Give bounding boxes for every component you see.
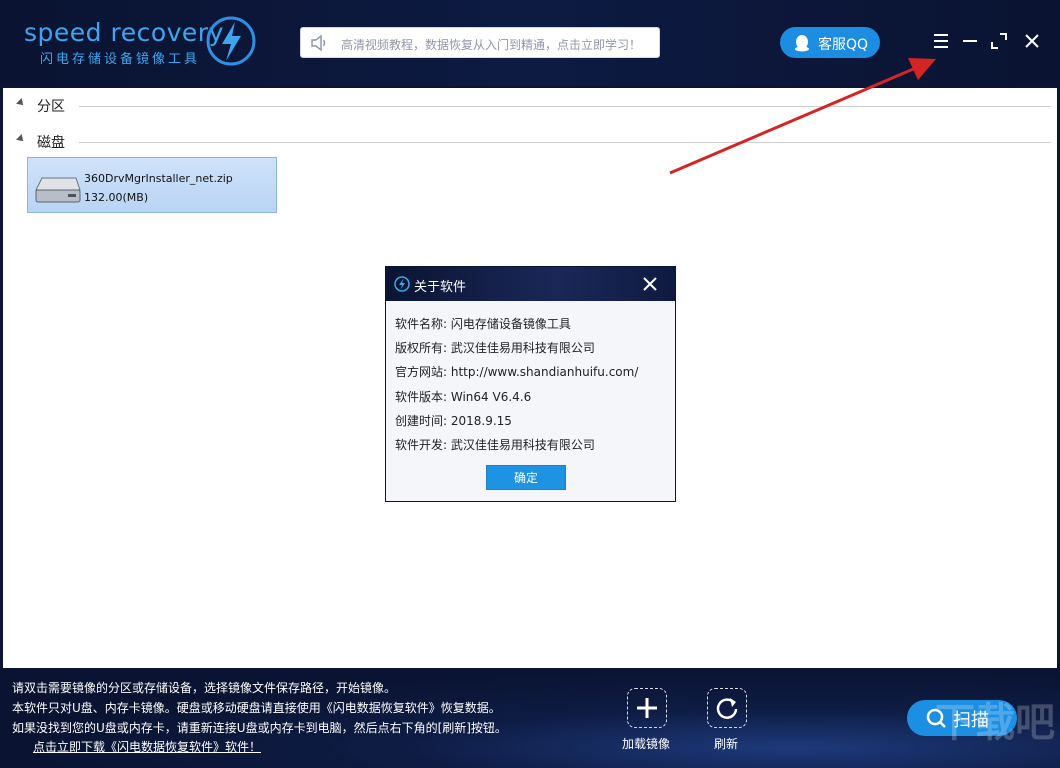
dialog-close-button[interactable] xyxy=(638,272,662,296)
about-dialog: 关于软件 软件名称: 闪电存储设备镜像工具 版权所有: 武汉佳佳易用科技有限公司… xyxy=(385,266,676,502)
load-image-button[interactable] xyxy=(627,688,667,728)
dialog-body: 软件名称: 闪电存储设备镜像工具 版权所有: 武汉佳佳易用科技有限公司 官方网站… xyxy=(386,301,675,501)
notice-text: 高清视频教程，数据恢复从入门到精通，点击立即学习！ xyxy=(341,38,642,52)
app-header: speed recovery 闪电存储设备镜像工具 高清视频教程，数据恢复从入门… xyxy=(0,0,1060,86)
load-image-label: 加载镜像 xyxy=(622,737,671,751)
hard-drive-icon xyxy=(35,177,81,203)
close-button[interactable] xyxy=(1019,28,1045,54)
refresh-label: 刷新 xyxy=(714,737,739,751)
instruction-line: 请双击需要镜像的分区或存储设备，选择镜像文件保存路径，开始镜像。 xyxy=(12,681,397,695)
info-build-date: 创建时间: 2018.9.15 xyxy=(395,414,512,428)
minimize-button[interactable] xyxy=(957,28,983,54)
app-logo: speed recovery 闪电存储设备镜像工具 xyxy=(24,14,264,70)
maximize-icon xyxy=(991,33,1007,49)
info-version: 软件版本: Win64 V6.4.6 xyxy=(395,390,532,404)
close-icon xyxy=(643,277,657,291)
menu-button[interactable] xyxy=(928,28,954,54)
instruction-line: 如果没找到您的U盘或内存卡，请重新连接U盘或内存卡到电脑，然后点右下角的[刷新]… xyxy=(12,721,507,735)
lightning-icon xyxy=(206,16,256,66)
section-label: 分区 xyxy=(37,99,65,115)
disk-size: 132.00(MB) xyxy=(84,191,149,204)
app-logo-icon xyxy=(394,276,410,292)
info-copyright: 版权所有: 武汉佳佳易用科技有限公司 xyxy=(395,341,595,355)
close-icon xyxy=(1025,34,1039,48)
minimize-icon xyxy=(963,40,977,42)
section-partitions[interactable]: 分区 xyxy=(3,93,1057,115)
app-footer: 请双击需要镜像的分区或存储设备，选择镜像文件保存路径，开始镜像。 本软件只对U盘… xyxy=(0,668,1060,768)
maximize-button[interactable] xyxy=(986,28,1012,54)
hamburger-menu-icon xyxy=(934,34,948,48)
dialog-titlebar[interactable]: 关于软件 xyxy=(386,267,675,301)
logo-subtitle: 闪电存储设备镜像工具 xyxy=(40,52,201,67)
logo-title: speed recovery xyxy=(24,18,224,47)
ok-button[interactable]: 确定 xyxy=(486,465,566,490)
qq-penguin-icon xyxy=(795,35,809,52)
section-label: 磁盘 xyxy=(37,135,65,151)
disk-name: 360DrvMgrInstaller_net.zip xyxy=(84,172,233,185)
dialog-title: 关于软件 xyxy=(414,280,467,295)
qq-label: 客服QQ xyxy=(818,37,869,53)
expand-arrow-icon[interactable] xyxy=(16,134,26,144)
plus-icon xyxy=(637,698,657,718)
refresh-icon xyxy=(716,698,738,719)
instruction-line: 本软件只对U盘、内存卡镜像。硬盘或移动硬盘请直接使用《闪电数据恢复软件》恢复数据… xyxy=(12,701,501,715)
tutorial-notice-bar[interactable]: 高清视频教程，数据恢复从入门到精通，点击立即学习！ xyxy=(300,27,660,58)
download-link[interactable]: 点击立即下载《闪电数据恢复软件》软件！ xyxy=(33,738,261,755)
info-software-name: 软件名称: 闪电存储设备镜像工具 xyxy=(395,317,571,331)
customer-service-qq-button[interactable]: 客服QQ xyxy=(780,27,880,58)
info-developer: 软件开发: 武汉佳佳易用科技有限公司 xyxy=(395,438,595,452)
disk-item[interactable]: 360DrvMgrInstaller_net.zip 132.00(MB) xyxy=(27,157,277,213)
section-divider xyxy=(79,142,1051,143)
section-divider xyxy=(79,106,1051,107)
info-website: 官方网站: http://www.shandianhuifu.com/ xyxy=(395,365,639,379)
refresh-button[interactable] xyxy=(707,688,747,728)
expand-arrow-icon[interactable] xyxy=(16,98,26,108)
watermark: 下载吧 xyxy=(935,700,1055,746)
section-disks[interactable]: 磁盘 xyxy=(3,129,1057,151)
speaker-icon xyxy=(311,34,326,52)
